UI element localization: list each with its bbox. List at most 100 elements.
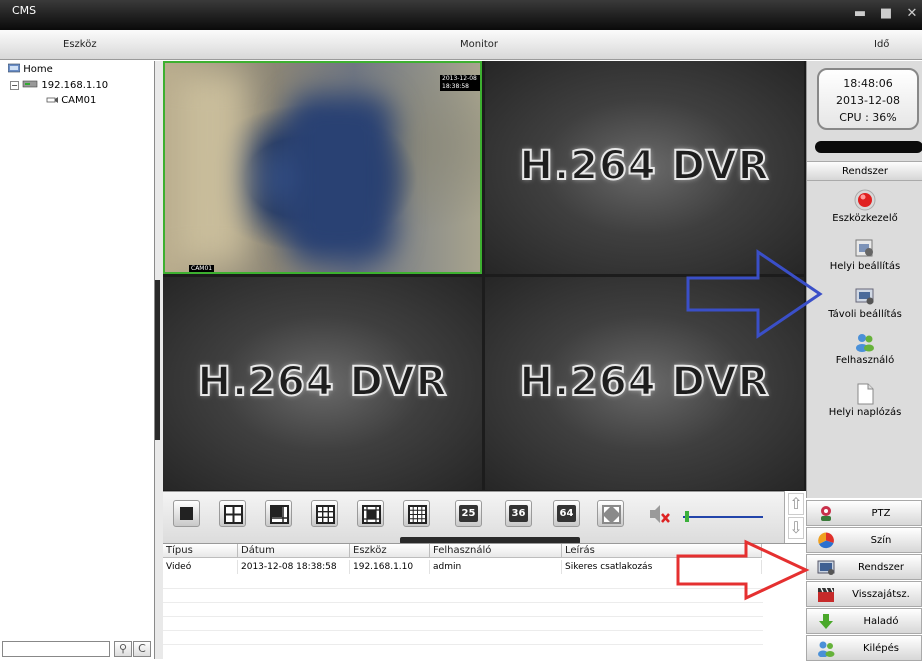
- nav-exit-button[interactable]: Kilépés: [806, 635, 922, 661]
- video-grid: 2013-12-08 18:38:58 CAM01 H.264 DVR H.26…: [163, 61, 806, 491]
- home-icon: [7, 63, 21, 73]
- column-header[interactable]: Típus: [163, 544, 238, 558]
- collapse-icon[interactable]: −: [10, 81, 19, 90]
- layout-13-button[interactable]: [357, 500, 384, 527]
- row-divider: [163, 644, 763, 645]
- system-item-label: Távoli beállítás: [828, 309, 902, 320]
- search-input[interactable]: [2, 641, 110, 657]
- column-header[interactable]: Felhasználó: [430, 544, 562, 558]
- scroll-up-icon[interactable]: ⇧: [788, 493, 804, 515]
- video-camera-label: CAM01: [189, 265, 215, 272]
- volume-slider[interactable]: [683, 516, 763, 518]
- layout-36-button[interactable]: 36: [505, 500, 532, 527]
- fullscreen-icon: [602, 505, 621, 524]
- video-cell-3[interactable]: H.264 DVR: [163, 277, 482, 490]
- remote-settings-button[interactable]: Távoli beállítás: [807, 285, 922, 320]
- ptz-icon: [821, 506, 831, 521]
- clock-display: 18:48:06 2013-12-08 CPU : 36%: [817, 68, 919, 130]
- volume-slider-handle[interactable]: [685, 511, 689, 522]
- device-manager-button[interactable]: Eszközkezelő: [807, 189, 922, 224]
- time-header: Idő: [874, 39, 890, 50]
- users-button[interactable]: Felhasználó: [807, 331, 922, 366]
- exit-users-icon: [818, 641, 835, 657]
- splitter-handle[interactable]: [155, 280, 160, 440]
- system-item-label: Felhasználó: [835, 355, 895, 366]
- mute-icon[interactable]: [647, 502, 671, 529]
- local-log-button[interactable]: Helyi naplózás: [807, 383, 922, 418]
- local-settings-button[interactable]: Helyi beállítás: [807, 237, 922, 272]
- local-config-icon: [855, 239, 873, 257]
- system-item-label: Helyi beállítás: [829, 261, 901, 272]
- layout-25-label: 25: [459, 505, 478, 522]
- row-divider: [163, 630, 763, 631]
- video-cell-2[interactable]: H.264 DVR: [485, 61, 804, 274]
- scroll-down-icon[interactable]: ⇩: [788, 517, 804, 539]
- layout-64-button[interactable]: 64: [553, 500, 580, 527]
- column-header[interactable]: Leírás: [562, 544, 762, 558]
- grid-6-icon: [270, 505, 289, 524]
- video-cell-cam01[interactable]: 2013-12-08 18:38:58 CAM01: [163, 61, 482, 274]
- users-icon: [856, 334, 874, 352]
- video-feed-image: [285, 93, 395, 263]
- dvr-watermark: H.264 DVR: [518, 142, 770, 190]
- minimize-icon[interactable]: ▬: [852, 6, 868, 22]
- row-divider: [163, 616, 763, 617]
- main-nav: PTZ Szín Rendszer Visszajátsz. Haladó Ki…: [806, 498, 922, 661]
- refresh-icon[interactable]: C: [133, 641, 151, 657]
- document-icon: [857, 383, 874, 405]
- nav-item-label: Szín: [870, 535, 892, 546]
- close-icon[interactable]: ✕: [904, 6, 920, 22]
- nav-item-label: PTZ: [871, 508, 891, 519]
- nav-playback-button[interactable]: Visszajátsz.: [806, 581, 922, 607]
- nav-color-button[interactable]: Szín: [806, 527, 922, 553]
- record-icon: [854, 189, 876, 211]
- nav-item-label: Rendszer: [857, 562, 905, 573]
- layout-6-button[interactable]: [265, 500, 292, 527]
- row-divider: [163, 602, 763, 603]
- layout-64-label: 64: [557, 505, 576, 522]
- layout-4-button[interactable]: [219, 500, 246, 527]
- tree-item-device[interactable]: − 192.168.1.10: [10, 79, 108, 91]
- column-header[interactable]: Eszköz: [350, 544, 430, 558]
- table-cell: 192.168.1.10: [350, 560, 430, 574]
- nav-system-button[interactable]: Rendszer: [806, 554, 922, 580]
- search-icon[interactable]: ⚲: [114, 641, 132, 657]
- device-tree-panel: Home − 192.168.1.10 CAM01 ⚲ C: [0, 61, 155, 659]
- video-cell-4[interactable]: H.264 DVR: [485, 277, 804, 490]
- event-log-table: Típus Dátum Eszköz Felhasználó Leírás Vi…: [163, 543, 806, 659]
- system-panel: 18:48:06 2013-12-08 CPU : 36% Rendszer E…: [806, 61, 922, 498]
- dvr-device-icon: [22, 80, 38, 88]
- status-bar: [815, 141, 922, 153]
- cpu-usage: CPU : 36%: [839, 111, 897, 124]
- grid-9-icon: [316, 505, 335, 524]
- dvr-watermark: H.264 DVR: [196, 358, 448, 406]
- color-icon: [818, 532, 834, 549]
- table-cell: admin: [430, 560, 562, 574]
- nav-advanced-button[interactable]: Haladó: [806, 608, 922, 634]
- clock-date: 2013-12-08: [836, 94, 900, 107]
- table-cell: 2013-12-08 18:38:58: [238, 560, 350, 574]
- clock-time: 18:48:06: [843, 77, 893, 90]
- layout-16-button[interactable]: [403, 500, 430, 527]
- layout-1-button[interactable]: [173, 500, 200, 527]
- column-header[interactable]: Dátum: [238, 544, 350, 558]
- dvr-watermark: H.264 DVR: [518, 358, 770, 406]
- layout-9-button[interactable]: [311, 500, 338, 527]
- nav-ptz-button[interactable]: PTZ: [806, 500, 922, 526]
- layout-25-button[interactable]: 25: [455, 500, 482, 527]
- grid-4-icon: [224, 505, 243, 524]
- grid-16-icon: [408, 505, 427, 524]
- maximize-icon[interactable]: ■: [878, 6, 894, 22]
- fullscreen-button[interactable]: [597, 500, 624, 527]
- system-settings-icon: [817, 560, 835, 575]
- nav-item-label: Kilépés: [863, 643, 899, 654]
- tree-item-home[interactable]: Home: [7, 63, 53, 75]
- system-section-header: Rendszer: [807, 161, 922, 181]
- tree-item-label: Home: [23, 64, 53, 75]
- tree-item-label: CAM01: [61, 95, 97, 106]
- tree-item-camera[interactable]: CAM01: [46, 95, 96, 106]
- device-header: Eszköz: [63, 39, 97, 50]
- monitor-header: Monitor: [460, 39, 499, 50]
- system-item-label: Eszközkezelő: [832, 213, 898, 224]
- down-arrow-icon: [819, 614, 833, 629]
